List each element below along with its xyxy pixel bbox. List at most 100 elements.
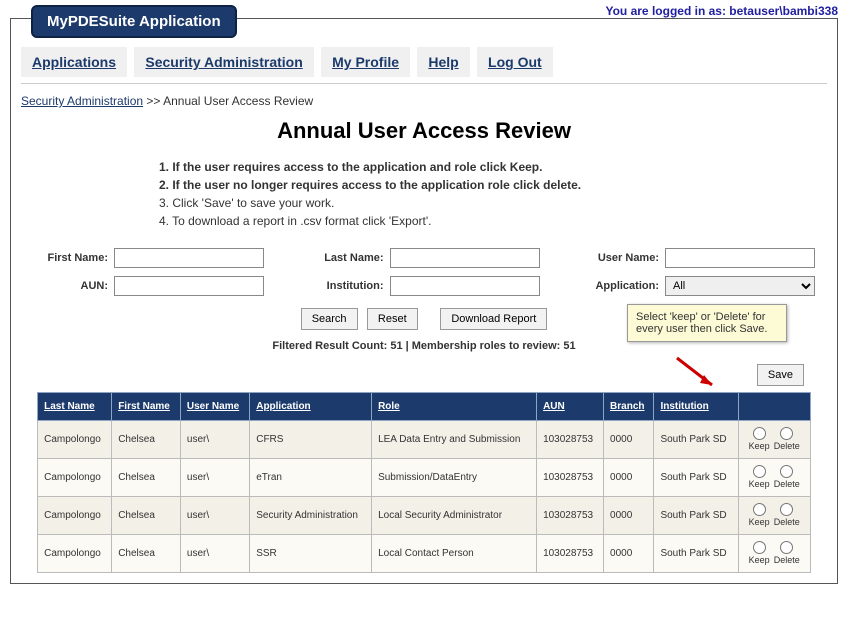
delete-label: Delete — [774, 555, 800, 565]
cell-last-name: Campolongo — [38, 459, 112, 497]
keep-radio[interactable] — [753, 503, 766, 516]
cell-last-name: Campolongo — [38, 497, 112, 535]
nav-tabs: Applications Security Administration My … — [21, 47, 827, 77]
cell-application: eTran — [250, 459, 372, 497]
col-last-name[interactable]: Last Name — [38, 393, 112, 421]
nav-security-admin[interactable]: Security Administration — [134, 47, 313, 77]
page-title: Annual User Access Review — [21, 118, 827, 144]
keep-radio[interactable] — [753, 427, 766, 440]
col-institution[interactable]: Institution — [654, 393, 738, 421]
cell-application: SSR — [250, 535, 372, 573]
table-row: CampolongoChelseauser\SSRLocal Contact P… — [38, 535, 811, 573]
nav-help[interactable]: Help — [417, 47, 469, 77]
instructions: 1. If the user requires access to the ap… — [159, 158, 689, 230]
cell-aun: 103028753 — [537, 497, 604, 535]
col-action — [738, 393, 810, 421]
cell-last-name: Campolongo — [38, 535, 112, 573]
last-name-label: Last Name: — [309, 252, 384, 264]
nav-log-out[interactable]: Log Out — [477, 47, 553, 77]
delete-radio[interactable] — [780, 465, 793, 478]
delete-label: Delete — [774, 517, 800, 527]
keep-label: Keep — [749, 479, 770, 489]
col-branch[interactable]: Branch — [604, 393, 654, 421]
keep-radio[interactable] — [753, 465, 766, 478]
nav-my-profile[interactable]: My Profile — [321, 47, 410, 77]
cell-branch: 0000 — [604, 421, 654, 459]
cell-branch: 0000 — [604, 497, 654, 535]
login-user: betauser\bambi338 — [729, 4, 838, 18]
cell-branch: 0000 — [604, 459, 654, 497]
delete-radio[interactable] — [780, 503, 793, 516]
cell-action: Keep Delete — [738, 459, 810, 497]
cell-aun: 103028753 — [537, 459, 604, 497]
cell-institution: South Park SD — [654, 421, 738, 459]
button-row: Search Reset Download Report Select 'kee… — [21, 308, 827, 330]
delete-label: Delete — [774, 479, 800, 489]
cell-role: Local Security Administrator — [372, 497, 537, 535]
cell-action: Keep Delete — [738, 535, 810, 573]
save-button[interactable]: Save — [757, 364, 804, 386]
download-report-button[interactable]: Download Report — [440, 308, 547, 330]
cell-first-name: Chelsea — [112, 421, 181, 459]
col-user-name[interactable]: User Name — [180, 393, 249, 421]
table-row: CampolongoChelseauser\Security Administr… — [38, 497, 811, 535]
cell-action: Keep Delete — [738, 497, 810, 535]
breadcrumb-sep: >> — [143, 94, 163, 108]
results-table: Last Name First Name User Name Applicati… — [37, 392, 811, 573]
first-name-label: First Name: — [33, 252, 108, 264]
cell-first-name: Chelsea — [112, 459, 181, 497]
last-name-input[interactable] — [390, 248, 540, 268]
delete-radio[interactable] — [780, 541, 793, 554]
cell-role: Submission/DataEntry — [372, 459, 537, 497]
table-row: CampolongoChelseauser\eTranSubmission/Da… — [38, 459, 811, 497]
first-name-input[interactable] — [114, 248, 264, 268]
aun-label: AUN: — [33, 280, 108, 292]
breadcrumb-current: Annual User Access Review — [163, 94, 313, 108]
instruction-3: 3. Click 'Save' to save your work. — [159, 194, 689, 212]
aun-input[interactable] — [114, 276, 264, 296]
delete-label: Delete — [774, 441, 800, 451]
keep-label: Keep — [749, 441, 770, 451]
search-button[interactable]: Search — [301, 308, 358, 330]
col-role[interactable]: Role — [372, 393, 537, 421]
application-select[interactable]: All — [665, 276, 815, 296]
table-row: CampolongoChelseauser\CFRSLEA Data Entry… — [38, 421, 811, 459]
breadcrumb-link[interactable]: Security Administration — [21, 94, 143, 108]
cell-role: LEA Data Entry and Submission — [372, 421, 537, 459]
col-first-name[interactable]: First Name — [112, 393, 181, 421]
cell-role: Local Contact Person — [372, 535, 537, 573]
nav-applications[interactable]: Applications — [21, 47, 127, 77]
cell-user-name: user\ — [180, 459, 249, 497]
search-form: First Name: AUN: Last Name: Institution:… — [21, 248, 827, 296]
user-name-input[interactable] — [665, 248, 815, 268]
instruction-1: 1. If the user requires access to the ap… — [159, 158, 689, 176]
cell-action: Keep Delete — [738, 421, 810, 459]
keep-label: Keep — [749, 517, 770, 527]
cell-branch: 0000 — [604, 535, 654, 573]
cell-institution: South Park SD — [654, 535, 738, 573]
cell-user-name: user\ — [180, 421, 249, 459]
cell-application: Security Administration — [250, 497, 372, 535]
app-frame: MyPDESuite Application Applications Secu… — [10, 18, 838, 584]
institution-label: Institution: — [309, 280, 384, 292]
cell-aun: 103028753 — [537, 421, 604, 459]
user-name-label: User Name: — [584, 252, 659, 264]
login-prefix: You are logged in as: — [605, 4, 729, 18]
divider — [21, 83, 827, 84]
cell-user-name: user\ — [180, 497, 249, 535]
breadcrumb: Security Administration >> Annual User A… — [21, 94, 827, 108]
reset-button[interactable]: Reset — [367, 308, 418, 330]
instruction-2: 2. If the user no longer requires access… — [159, 176, 689, 194]
cell-user-name: user\ — [180, 535, 249, 573]
institution-input[interactable] — [390, 276, 540, 296]
app-title: MyPDESuite Application — [31, 5, 237, 38]
cell-aun: 103028753 — [537, 535, 604, 573]
keep-label: Keep — [749, 555, 770, 565]
col-aun[interactable]: AUN — [537, 393, 604, 421]
col-application[interactable]: Application — [250, 393, 372, 421]
application-label: Application: — [584, 280, 659, 292]
keep-radio[interactable] — [753, 541, 766, 554]
cell-first-name: Chelsea — [112, 497, 181, 535]
delete-radio[interactable] — [780, 427, 793, 440]
cell-first-name: Chelsea — [112, 535, 181, 573]
